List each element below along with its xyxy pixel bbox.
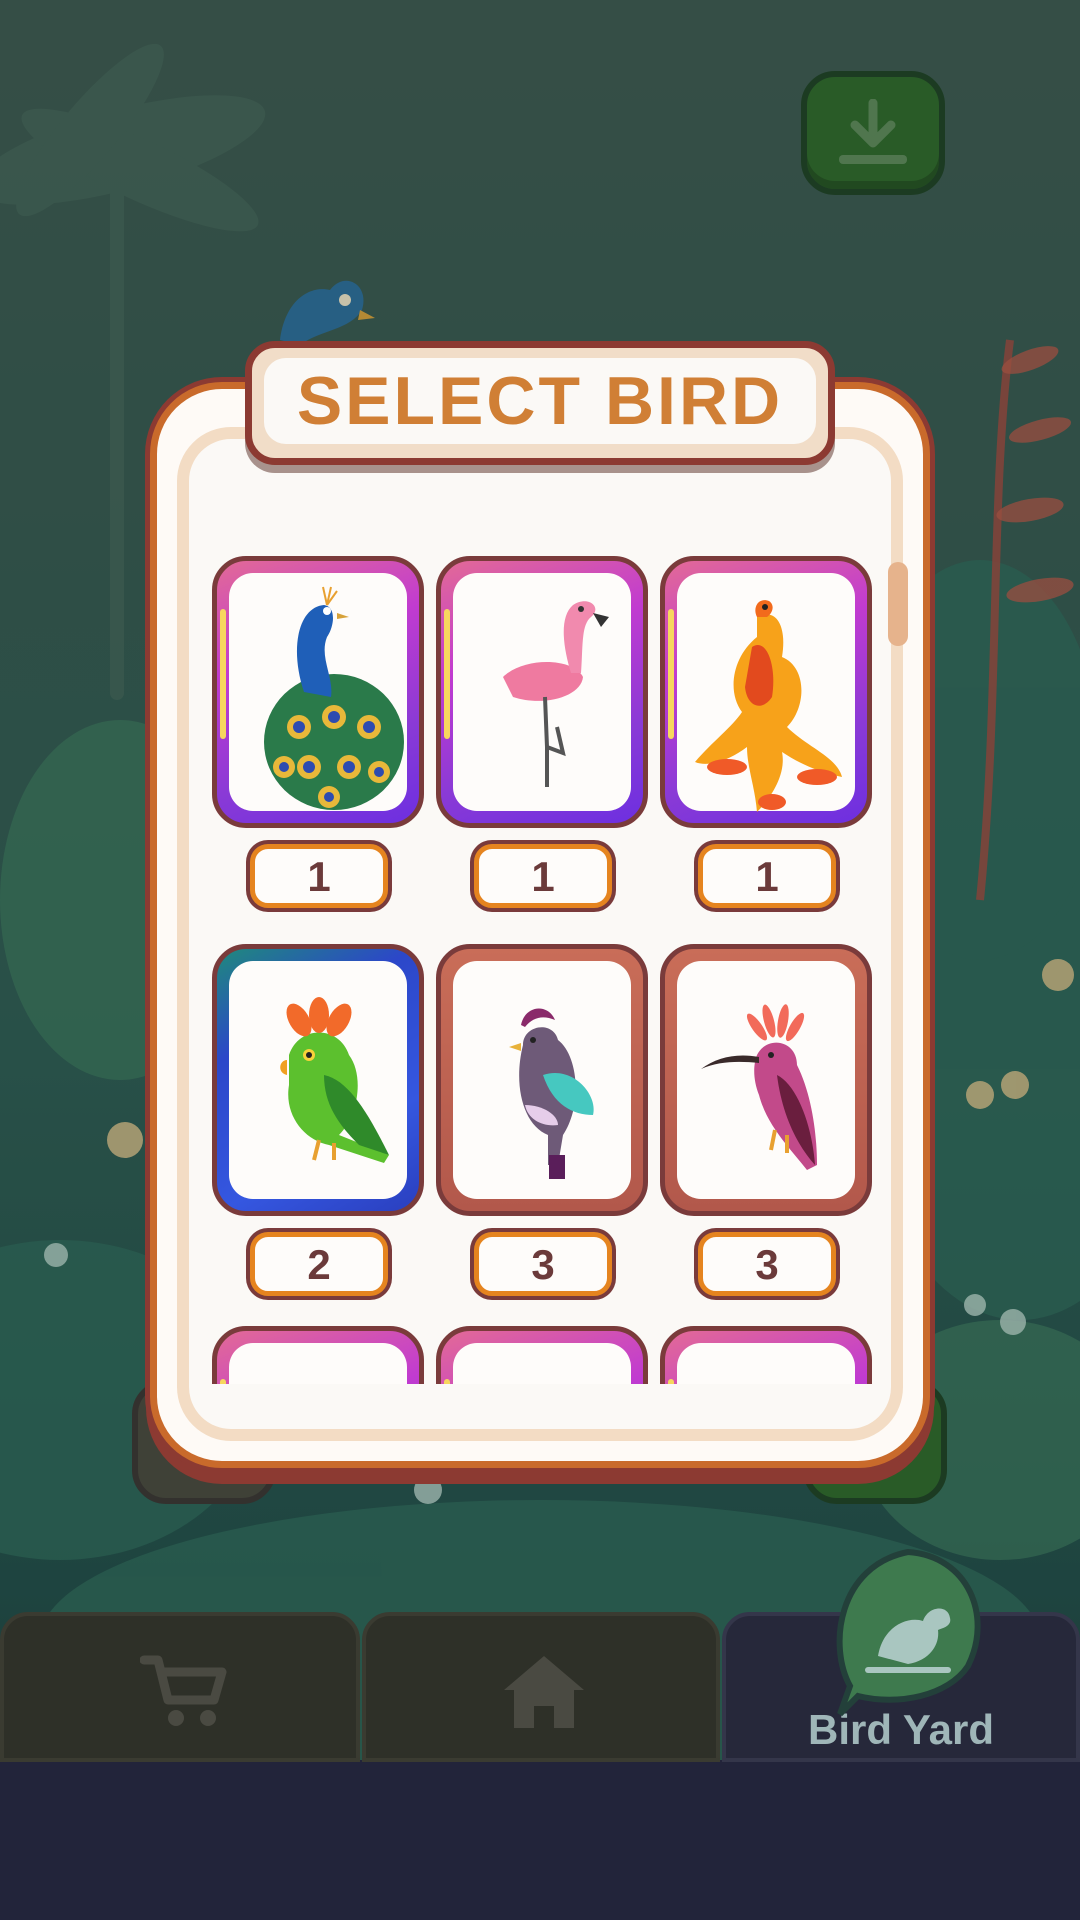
flamingo-icon [503, 601, 609, 787]
bird-card-phoenix[interactable] [660, 556, 872, 828]
parrot-icon [280, 997, 389, 1163]
bird-count-badge: 2 [250, 1232, 388, 1296]
bird-count-badge: 1 [250, 844, 388, 908]
tab-home[interactable] [362, 1612, 720, 1762]
bird-card[interactable] [212, 1326, 424, 1384]
bird-count-badge: 1 [698, 844, 836, 908]
scrollbar-thumb[interactable] [888, 562, 908, 646]
bird-card-hoopoe[interactable] [660, 944, 872, 1216]
bird-card[interactable] [660, 1326, 872, 1384]
bird-grid: 1 1 1 2 3 3 [200, 540, 890, 1384]
bird-count-badge: 1 [474, 844, 612, 908]
home-icon [504, 1656, 584, 1728]
bird-card-pigeon[interactable] [436, 944, 648, 1216]
hoopoe-icon [701, 1004, 817, 1170]
nav-base [0, 1760, 1080, 1920]
bird-card-flamingo[interactable] [436, 556, 648, 828]
bird-count-badge: 3 [698, 1232, 836, 1296]
bird-card-parrot[interactable] [212, 944, 424, 1216]
peacock-icon [264, 586, 404, 810]
bird-icon [836, 1548, 981, 1716]
bird-card-peacock[interactable] [212, 556, 424, 828]
cart-icon [140, 1655, 227, 1726]
phoenix-icon [695, 600, 842, 812]
bird-count-badge: 3 [474, 1232, 612, 1296]
dialog-title: SELECT BIRD [296, 363, 784, 439]
tab-shop[interactable] [0, 1612, 360, 1762]
dialog-title-plate: SELECT BIRD [245, 341, 835, 465]
pigeon-icon [509, 1008, 594, 1179]
bird-card[interactable] [436, 1326, 648, 1384]
